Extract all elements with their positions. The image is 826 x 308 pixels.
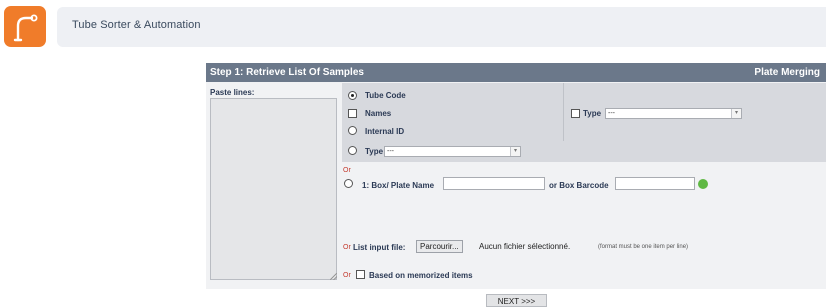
paste-lines-label: Paste lines: xyxy=(210,88,255,97)
tube-code-radio[interactable] xyxy=(348,91,357,100)
chevron-down-icon: ▾ xyxy=(731,109,741,118)
internal-id-label: Internal ID xyxy=(365,127,405,136)
app-title: Tube Sorter & Automation xyxy=(72,19,201,31)
or-label: Or xyxy=(343,167,351,174)
memorized-items-label: Based on memorized items xyxy=(369,271,473,280)
or-label: Or xyxy=(343,244,351,251)
step-title: Step 1: Retrieve List Of Samples xyxy=(210,67,364,78)
names-checkbox[interactable] xyxy=(348,109,357,118)
or-label: Or xyxy=(343,272,351,279)
names-label: Names xyxy=(365,109,392,118)
next-button[interactable]: NEXT >>> xyxy=(486,294,547,307)
memorized-items-checkbox[interactable] xyxy=(356,270,365,279)
options-divider xyxy=(563,83,564,141)
type-select[interactable]: --- ▾ xyxy=(384,146,521,157)
type-label: Type xyxy=(365,147,384,156)
step1-panel: Step 1: Retrieve List Of Samples Plate M… xyxy=(206,63,826,289)
box-name-radio[interactable] xyxy=(344,179,353,188)
app-logo-icon xyxy=(4,6,46,47)
tube-code-label: Tube Code xyxy=(365,91,406,100)
internal-id-radio[interactable] xyxy=(348,126,357,135)
box-name-input[interactable] xyxy=(443,177,545,190)
type-right-label: Type xyxy=(583,109,602,118)
resize-grip-icon[interactable] xyxy=(330,273,337,280)
id-type-options: Tube Code Names Internal ID Type --- ▾ T… xyxy=(342,83,826,162)
header-bar: Tube Sorter & Automation xyxy=(57,7,826,47)
file-format-note: (format must be one item per line) xyxy=(598,244,689,250)
list-input-file-label: List input file: xyxy=(353,243,406,252)
browse-button[interactable]: Parcourir... xyxy=(416,240,463,253)
type-right-select-value: --- xyxy=(608,110,615,117)
paste-lines-textarea[interactable] xyxy=(210,98,337,280)
type-select-value: --- xyxy=(387,148,394,155)
robotic-arm-icon xyxy=(13,14,38,41)
search-go-icon[interactable] xyxy=(698,179,708,189)
box-barcode-label: or Box Barcode xyxy=(549,181,609,190)
chevron-down-icon: ▾ xyxy=(510,147,520,156)
type-radio[interactable] xyxy=(348,146,357,155)
no-file-text: Aucun fichier sélectionné. xyxy=(479,242,571,251)
type-right-checkbox[interactable] xyxy=(571,109,580,118)
type-right-select[interactable]: --- ▾ xyxy=(605,108,742,119)
box-barcode-input[interactable] xyxy=(615,177,695,190)
mode-title: Plate Merging xyxy=(754,67,820,78)
panel-header: Step 1: Retrieve List Of Samples Plate M… xyxy=(206,63,826,82)
box-name-label: 1: Box/ Plate Name xyxy=(362,181,435,190)
